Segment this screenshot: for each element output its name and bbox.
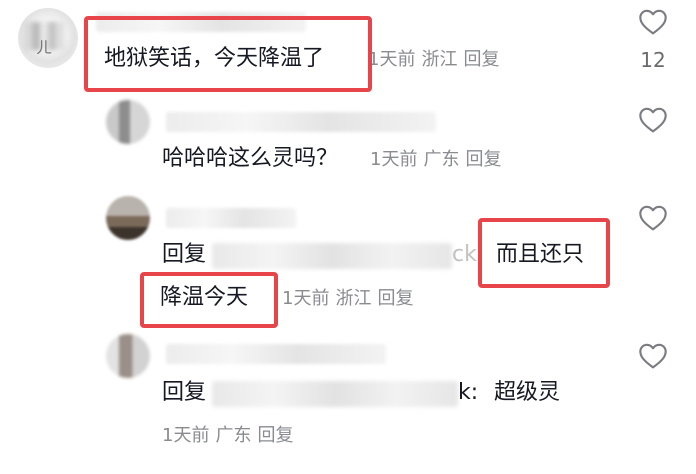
comment-time: 1天前: [368, 49, 416, 70]
reply-link[interactable]: 回复: [465, 149, 501, 170]
reply-location: 浙江: [335, 288, 372, 309]
reply-time: 1天前: [282, 288, 330, 309]
avatar-glyph: ㄦ: [36, 38, 52, 57]
username-blurred[interactable]: [166, 112, 436, 132]
mention-tail: ck: [452, 242, 477, 267]
reply-meta: 1天前 广东 回复: [370, 148, 507, 172]
reply-link[interactable]: 回复: [377, 288, 413, 309]
reply-time: 1天前: [162, 425, 210, 446]
mention-blurred[interactable]: [212, 243, 452, 269]
reply-location: 广东: [215, 425, 252, 446]
reply-prefix: 回复: [162, 242, 207, 267]
mention-blurred[interactable]: [212, 381, 458, 407]
heart-outline-icon[interactable]: [636, 104, 670, 136]
like-count: 12: [640, 48, 666, 72]
reply-meta: 1天前 浙江 回复: [282, 287, 419, 311]
reply-link[interactable]: 回复: [257, 425, 293, 446]
reply-meta: 1天前 广东 回复: [162, 424, 299, 448]
reply-text: 超级灵: [494, 380, 561, 405]
mention-tail: k:: [458, 380, 479, 405]
avatar[interactable]: [106, 196, 150, 240]
reply-text: 哈哈哈这么灵吗？: [162, 146, 339, 171]
highlight-frame: [84, 16, 372, 92]
reply-location: 广东: [423, 149, 460, 170]
heart-outline-icon[interactable]: [636, 6, 670, 38]
avatar[interactable]: ㄦ: [18, 8, 78, 68]
username-blurred[interactable]: [166, 208, 296, 228]
heart-outline-icon[interactable]: [636, 340, 670, 372]
avatar[interactable]: [106, 100, 150, 144]
heart-outline-icon[interactable]: [636, 202, 670, 234]
reply-time: 1天前: [370, 149, 418, 170]
reply-link[interactable]: 回复: [463, 49, 499, 70]
comment-meta: 1天前 浙江 回复: [368, 48, 505, 72]
highlight-frame: [140, 272, 278, 328]
highlight-frame: [478, 218, 610, 288]
reply-prefix: 回复: [162, 380, 207, 405]
comment-location: 浙江: [421, 49, 458, 70]
avatar[interactable]: [106, 334, 150, 378]
username-blurred[interactable]: [166, 344, 386, 364]
